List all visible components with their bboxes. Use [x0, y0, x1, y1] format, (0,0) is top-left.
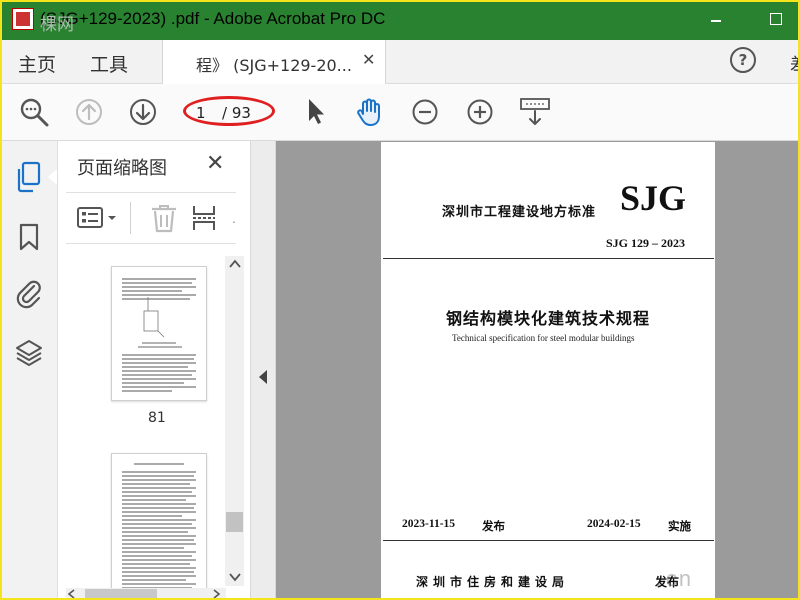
document-title-en: Technical specification for steel modula…: [452, 333, 635, 343]
issue-label: 发布: [482, 521, 505, 533]
thumbnail-page-number: 81: [148, 410, 166, 426]
thumbnails-scrollbar[interactable]: [225, 256, 244, 586]
next-page-icon[interactable]: [128, 97, 158, 127]
bookmark-icon[interactable]: [16, 222, 42, 252]
window-title: (SJG+129-2023) .pdf - Adobe Acrobat Pro …: [40, 9, 386, 28]
minimize-button[interactable]: [702, 5, 730, 33]
insert-page-icon[interactable]: [190, 202, 220, 234]
publisher: 深 圳 市 住 房 和 建 设 局: [416, 575, 566, 589]
issue-date: 2023-11-15: [402, 518, 456, 530]
select-cursor-icon[interactable]: [302, 95, 330, 127]
attachment-icon[interactable]: [14, 278, 44, 310]
thumbnail-options-icon[interactable]: [76, 204, 122, 232]
scroll-right-icon[interactable]: [210, 588, 222, 600]
standard-code: SJG: [620, 178, 687, 218]
header-rule: [383, 258, 714, 259]
page-thumbnails-icon[interactable]: [14, 160, 44, 194]
menu-home[interactable]: 主页: [18, 50, 56, 77]
scroll-left-icon[interactable]: [66, 588, 78, 600]
menu-tools[interactable]: 工具: [90, 50, 128, 77]
close-tab-icon[interactable]: ✕: [362, 50, 375, 69]
scroll-down-icon[interactable]: [228, 570, 242, 584]
horizontal-scrollbar-thumb[interactable]: [85, 589, 157, 599]
panel-more-icon[interactable]: .: [232, 212, 236, 226]
watermark-corner: .cn: [652, 568, 692, 593]
implementation-label: 实施: [668, 521, 691, 533]
maximize-button[interactable]: [762, 5, 790, 33]
layers-icon[interactable]: [14, 337, 44, 367]
document-title-cn: 钢结构模块化建筑技术规程: [446, 311, 651, 328]
page-thumbnail-81[interactable]: [111, 266, 207, 401]
footer-rule: [383, 540, 714, 541]
standard-organization: 深圳市工程建设地方标准: [442, 204, 597, 219]
thumbnail-82-content: [122, 463, 196, 589]
app-logo-icon: [12, 8, 34, 30]
panel-title: 页面缩略图: [77, 158, 167, 179]
page-highlight-ring: [183, 96, 275, 126]
page-thumbnail-82[interactable]: [111, 453, 207, 595]
toolbar: [0, 84, 800, 141]
implementation-date: 2024-02-15: [587, 518, 641, 530]
scroll-up-icon[interactable]: [228, 257, 242, 271]
zoom-out-icon[interactable]: [410, 97, 440, 127]
scrollbar-thumb[interactable]: [226, 512, 243, 532]
watermark-logo: 棵网: [40, 15, 74, 35]
partial-menu-item[interactable]: 差: [790, 50, 800, 75]
help-icon[interactable]: ?: [730, 47, 756, 73]
thumbnail-81-content: [122, 278, 196, 392]
panel-divider: [130, 202, 131, 234]
collapse-panel-icon[interactable]: [259, 370, 267, 384]
document-tab-label: 程》 (SJG+129-20...: [196, 56, 352, 75]
close-panel-icon[interactable]: ✕: [206, 151, 224, 176]
search-icon[interactable]: [18, 96, 50, 128]
standard-number: SJG 129 – 2023: [606, 236, 686, 250]
left-navigation-rail: [0, 141, 58, 600]
active-panel-pointer: [48, 169, 57, 185]
delete-page-icon[interactable]: [148, 202, 180, 234]
zoom-in-icon[interactable]: [465, 97, 495, 127]
scroll-mode-icon[interactable]: [518, 96, 552, 128]
previous-page-icon[interactable]: [74, 97, 104, 127]
hand-tool-icon[interactable]: [354, 95, 386, 129]
